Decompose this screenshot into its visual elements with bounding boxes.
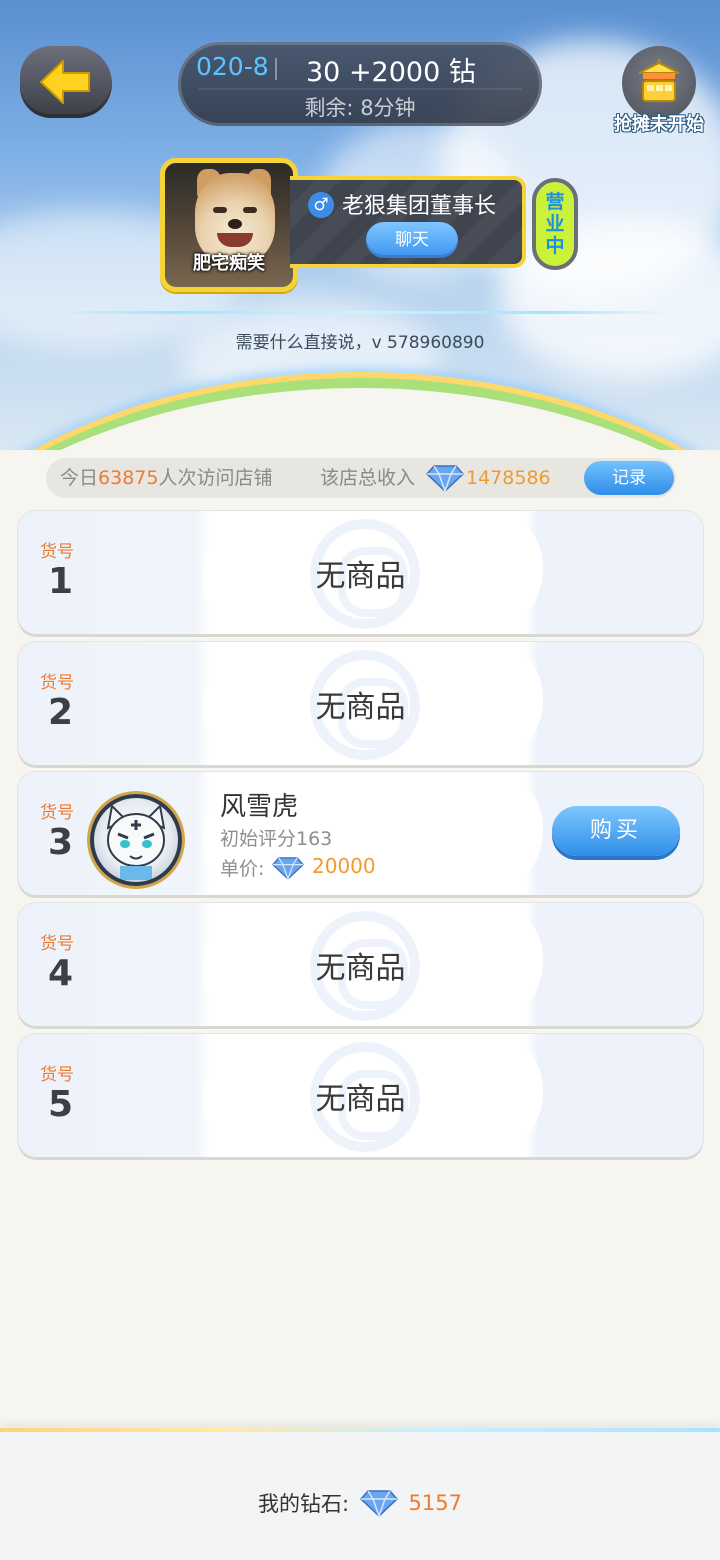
- shop-slot-3[interactable]: 货号 3 风雪虎 初始评分163 单价: 20000 购买: [18, 772, 703, 895]
- tiger-pet-icon: [106, 803, 166, 880]
- shop-code: 020-8: [196, 52, 269, 81]
- price-value: 20000: [312, 854, 376, 878]
- open-status-badge: 营 业 中: [532, 178, 578, 270]
- rent-price: 30 +2000 钻: [306, 57, 476, 88]
- empty-slot-label: 无商品: [315, 951, 406, 986]
- grab-stall-button[interactable]: [622, 46, 696, 120]
- divider: [50, 311, 670, 314]
- diamond-icon: [426, 465, 464, 492]
- shop-slot-2[interactable]: 货号 2 无商品: [18, 642, 703, 765]
- shop-slot-5[interactable]: 货号 5 无商品: [18, 1034, 703, 1157]
- stall-status-label: 抢摊未开始: [614, 114, 704, 135]
- shop-stats-bar: 今日63875人次访问店铺 该店总收入 1478586 记录: [46, 458, 676, 498]
- arrow-left-icon: [40, 60, 90, 104]
- wallet-label: 我的钻石:: [258, 1492, 350, 1516]
- shop-slot-4[interactable]: 货号 4 无商品: [18, 903, 703, 1026]
- pet-name: 风雪虎: [220, 792, 299, 822]
- header-arc: [0, 378, 720, 450]
- chat-button[interactable]: 聊天: [366, 222, 458, 258]
- my-diamonds: 我的钻石: 5157: [0, 1488, 720, 1518]
- shop-motto: 需要什么直接说，v 578960890: [235, 333, 485, 353]
- divider: [275, 58, 277, 80]
- diamond-icon: [359, 1490, 398, 1518]
- visit-count: 今日63875人次访问店铺: [60, 467, 273, 489]
- wallet-value: 5157: [408, 1491, 462, 1515]
- empty-slot-label: 无商品: [315, 559, 406, 594]
- record-button[interactable]: 记录: [584, 461, 674, 495]
- diamond-icon: [272, 857, 304, 880]
- income-value: 1478586: [466, 467, 551, 489]
- pet-score: 初始评分163: [220, 828, 333, 850]
- male-gender-icon: ♂: [308, 192, 334, 218]
- slot-number: 3: [48, 822, 74, 863]
- price-label: 单价:: [220, 858, 265, 880]
- empty-slot-label: 无商品: [315, 1082, 406, 1117]
- owner-name: 老狠集团董事长: [342, 194, 497, 219]
- back-button[interactable]: [20, 46, 112, 118]
- income-label: 该店总收入: [320, 467, 416, 489]
- shop-title-pill: 020-8 30 +2000 钻 剩余: 8分钟: [178, 42, 542, 126]
- buy-button[interactable]: 购买: [552, 806, 680, 856]
- stall-cart-icon: [638, 59, 680, 102]
- shop-slot-1[interactable]: 货号 1 无商品: [18, 511, 703, 634]
- slot-tag: 货号: [40, 803, 74, 823]
- owner-info-card: ♂ 老狠集团董事长 聊天: [290, 176, 526, 268]
- avatar-caption: 肥宅痴笑: [193, 253, 265, 274]
- remaining-time: 剩余: 8分钟: [304, 96, 416, 120]
- pet-avatar[interactable]: [90, 794, 182, 886]
- owner-avatar[interactable]: 肥宅痴笑: [160, 158, 298, 292]
- empty-slot-label: 无商品: [315, 690, 406, 725]
